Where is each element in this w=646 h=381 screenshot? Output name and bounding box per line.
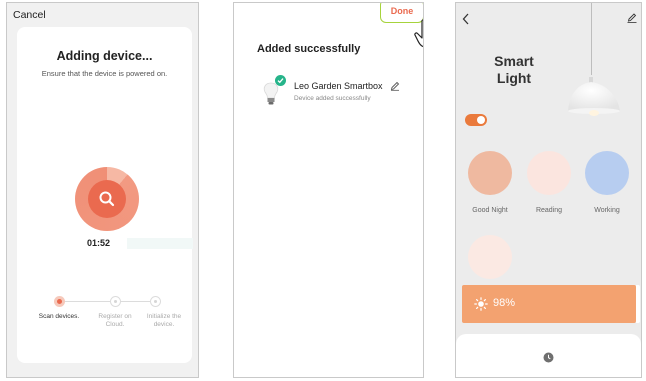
sun-icon [474, 297, 488, 311]
step-dot-register [110, 296, 121, 307]
step-label-scan: Scan devices. [38, 313, 80, 320]
scene-reading[interactable] [527, 151, 571, 195]
pencil-icon[interactable] [390, 81, 400, 91]
power-toggle[interactable] [465, 114, 487, 126]
brightness-slider[interactable]: 98% [462, 285, 640, 323]
step-dot-scan [54, 296, 65, 307]
timer-track [127, 238, 193, 249]
brightness-handle[interactable] [636, 285, 640, 323]
device-title-line2: Light [496, 70, 532, 86]
bottom-bar [456, 334, 641, 377]
device-name: Leo Garden Smartbox [294, 81, 383, 91]
scene-label-reading: Reading [535, 207, 563, 214]
scene-good-night[interactable] [468, 151, 512, 195]
countdown-timer: 01:52 [87, 238, 111, 248]
success-title: Added successfully [257, 43, 361, 55]
cancel-button[interactable]: Cancel [13, 9, 46, 21]
search-icon [88, 180, 126, 218]
scan-radar [75, 167, 139, 231]
scene-working[interactable] [585, 151, 629, 195]
step-dot-initialize [150, 296, 161, 307]
progress-steps: Scan devices. Register on Cloud. Initial… [17, 295, 192, 335]
smart-light-screen: Smart Light Good Night Reading Working 9… [455, 2, 642, 378]
scene-label-good-night: Good Night [472, 207, 508, 214]
check-icon [275, 75, 286, 86]
step-label-register: Register on Cloud. [98, 313, 132, 328]
added-successfully-screen: Done Added successfully Leo Garden Smart… [233, 2, 424, 378]
device-title: Smart Light [484, 53, 544, 87]
adding-card: Adding device... Ensure that the device … [17, 27, 193, 363]
lamp-cord [591, 3, 592, 75]
brightness-value: 98% [493, 297, 516, 309]
edit-icon[interactable] [627, 13, 637, 23]
step-label-initialize: Initialize the device. [146, 313, 182, 328]
device-status: Device added successfully [294, 95, 371, 102]
adding-device-screen: Cancel Adding device... Ensure that the … [6, 2, 199, 378]
back-icon[interactable] [462, 13, 470, 25]
device-title-line1: Smart [494, 53, 534, 69]
scene-label-working: Working [594, 207, 620, 214]
clock-icon[interactable] [543, 352, 554, 363]
pendant-lamp-image [568, 77, 620, 116]
scene-custom[interactable] [468, 235, 512, 279]
page-subtitle: Ensure that the device is powered on. [41, 69, 168, 78]
hand-pointer-icon [414, 19, 423, 48]
step-connector [64, 301, 116, 302]
page-title: Adding device... [56, 49, 153, 63]
